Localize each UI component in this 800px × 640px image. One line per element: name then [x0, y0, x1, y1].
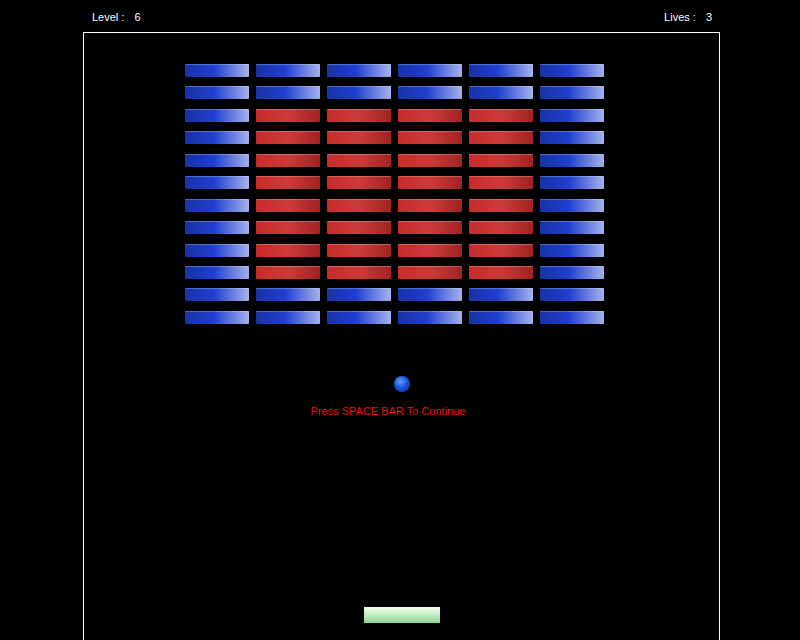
brick: [256, 244, 320, 257]
brick: [327, 221, 391, 234]
brick: [469, 266, 533, 279]
brick: [469, 64, 533, 77]
brick: [185, 86, 249, 99]
brick: [256, 154, 320, 167]
brick: [540, 288, 604, 301]
brick: [185, 199, 249, 212]
brick: [398, 244, 462, 257]
brick: [540, 109, 604, 122]
brick: [256, 199, 320, 212]
brick: [398, 131, 462, 144]
brick: [398, 221, 462, 234]
brick: [469, 311, 533, 324]
brick: [398, 311, 462, 324]
brick: [398, 109, 462, 122]
brick: [327, 288, 391, 301]
brick: [327, 199, 391, 212]
brick: [469, 199, 533, 212]
brick: [256, 131, 320, 144]
brick: [398, 199, 462, 212]
brick: [398, 288, 462, 301]
brick: [327, 86, 391, 99]
brick: [398, 266, 462, 279]
brick: [185, 266, 249, 279]
brick: [398, 64, 462, 77]
brick: [540, 266, 604, 279]
level-value: 6: [134, 11, 140, 21]
brick: [327, 131, 391, 144]
brick: [256, 86, 320, 99]
brick: [540, 311, 604, 324]
brick: [469, 176, 533, 189]
brick: [469, 86, 533, 99]
brick: [540, 199, 604, 212]
brick: [469, 131, 533, 144]
brick: [540, 154, 604, 167]
hud: Level : 6 Lives : 3: [0, 0, 800, 21]
brick: [398, 86, 462, 99]
brick: [540, 86, 604, 99]
brick: [185, 221, 249, 234]
lives-indicator: Lives : 3: [664, 11, 712, 21]
brick: [327, 109, 391, 122]
brick: [398, 176, 462, 189]
brick: [469, 154, 533, 167]
brick: [185, 288, 249, 301]
brick: [256, 221, 320, 234]
brick: [256, 64, 320, 77]
continue-message: Press SPACE BAR To Continue: [260, 405, 516, 417]
brick: [185, 154, 249, 167]
brick: [327, 154, 391, 167]
level-indicator: Level : 6: [92, 11, 141, 21]
brick: [185, 176, 249, 189]
brick: [185, 311, 249, 324]
level-label: Level :: [92, 11, 124, 21]
brick: [327, 266, 391, 279]
brick: [327, 64, 391, 77]
brick: [185, 64, 249, 77]
brick: [327, 244, 391, 257]
brick: [327, 311, 391, 324]
brick: [185, 131, 249, 144]
lives-value: 3: [706, 11, 712, 21]
brick: [327, 176, 391, 189]
brick-wall: [84, 33, 719, 324]
brick: [540, 221, 604, 234]
paddle[interactable]: [364, 607, 440, 623]
brick: [256, 176, 320, 189]
brick: [256, 288, 320, 301]
brick: [540, 176, 604, 189]
brick: [256, 266, 320, 279]
brick: [469, 244, 533, 257]
brick: [540, 64, 604, 77]
brick: [469, 221, 533, 234]
lives-label: Lives :: [664, 11, 696, 21]
play-field[interactable]: [83, 32, 720, 640]
ball: [394, 376, 410, 392]
brick: [540, 131, 604, 144]
brick: [469, 109, 533, 122]
brick: [398, 154, 462, 167]
brick: [540, 244, 604, 257]
brick: [185, 244, 249, 257]
brick: [185, 109, 249, 122]
brick: [256, 109, 320, 122]
brick: [256, 311, 320, 324]
brick: [469, 288, 533, 301]
